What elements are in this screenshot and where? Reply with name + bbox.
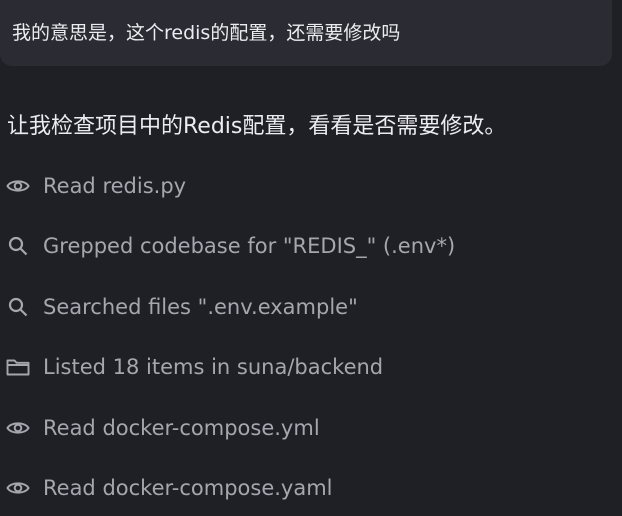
folder-icon xyxy=(6,357,30,377)
eye-icon xyxy=(6,176,30,196)
tool-actions-list: Read redis.py Grepped codebase for "REDI… xyxy=(0,0,622,516)
eye-icon xyxy=(6,478,30,498)
search-icon xyxy=(6,297,30,317)
action-label: Grepped codebase for "REDIS_" (.env*) xyxy=(43,234,456,258)
search-icon xyxy=(6,236,30,256)
action-label: Read docker-compose.yml xyxy=(43,416,320,440)
action-label: Read redis.py xyxy=(43,174,187,198)
eye-icon xyxy=(6,418,30,438)
action-label: Listed 18 items in suna/backend xyxy=(43,355,384,379)
action-label: Read docker-compose.yaml xyxy=(43,476,333,500)
action-label: Searched files ".env.example" xyxy=(43,295,358,319)
